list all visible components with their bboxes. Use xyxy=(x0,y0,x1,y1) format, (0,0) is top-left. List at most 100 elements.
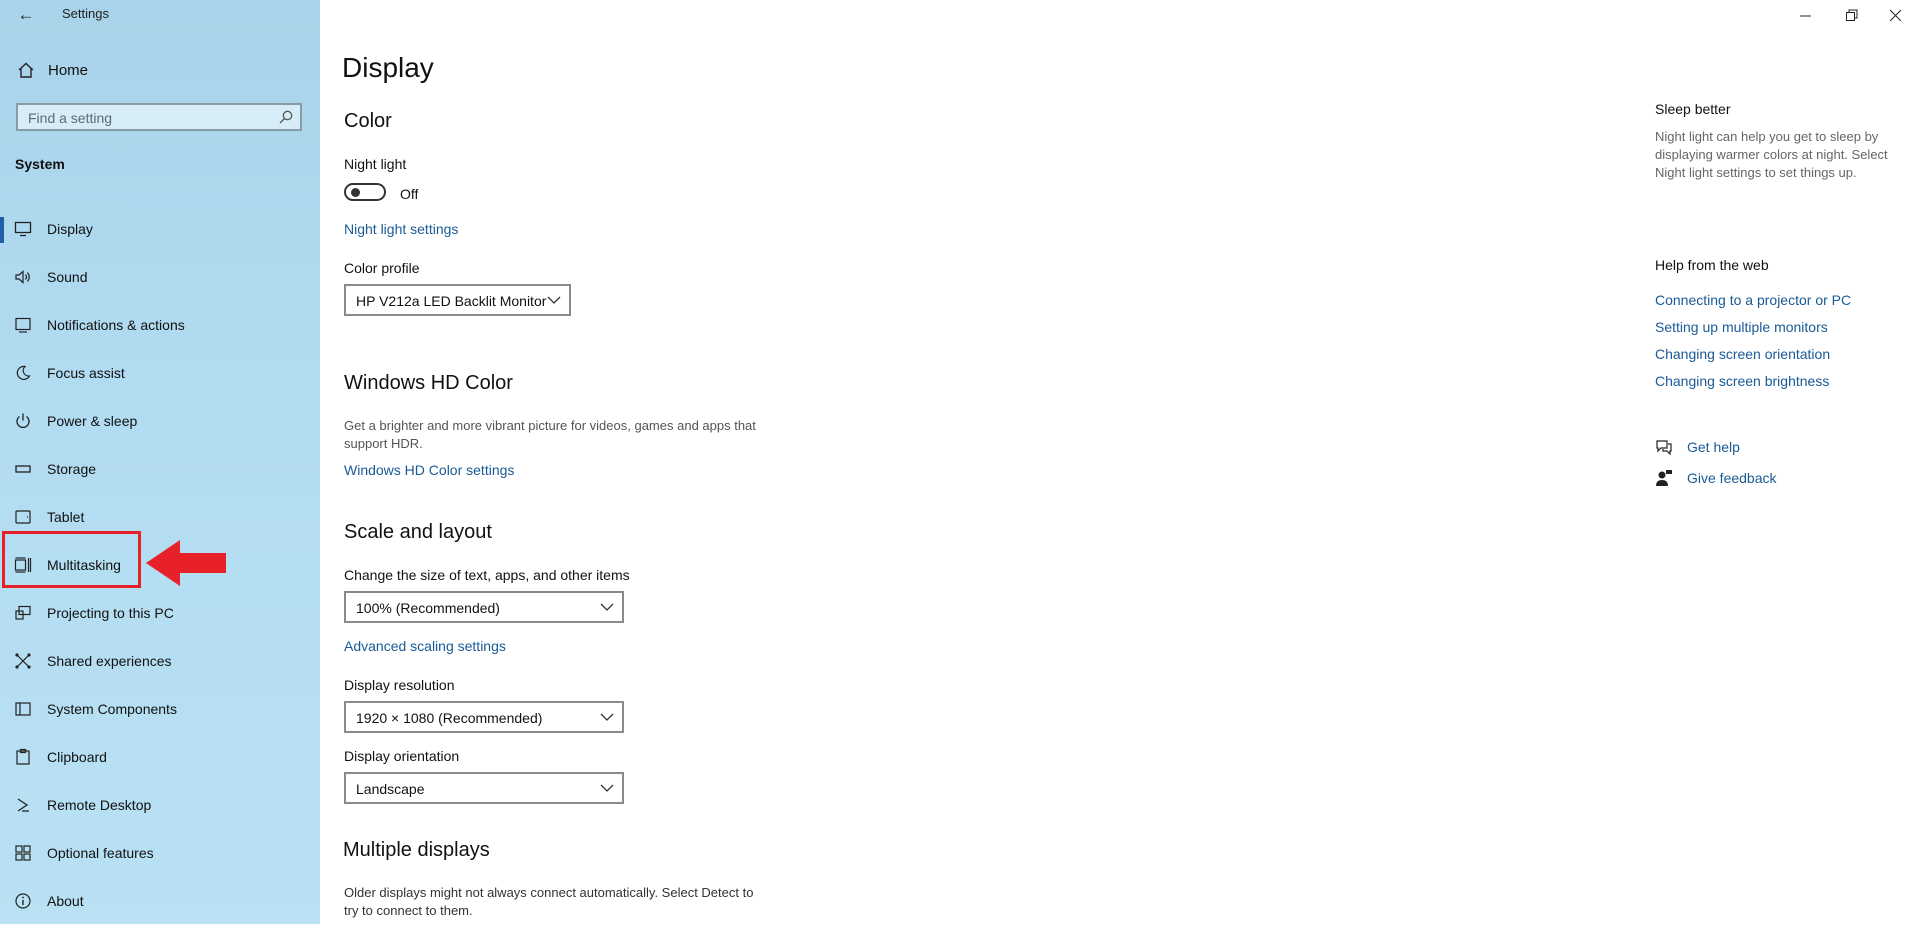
scale-heading: Scale and layout xyxy=(344,521,492,543)
hdr-desc-line2: support HDR. xyxy=(344,436,423,451)
page-title: Display xyxy=(342,52,434,83)
color-heading: Color xyxy=(344,110,392,132)
remote-desktop-icon xyxy=(17,798,29,812)
night-light-state: Off xyxy=(400,186,419,202)
info-icon xyxy=(15,893,31,909)
home-icon xyxy=(18,62,34,78)
help-link-projector[interactable]: Connecting to a projector or PC xyxy=(1655,292,1851,308)
sidebar-item-label: About xyxy=(47,893,84,909)
sidebar: ← Settings Home System Display Sound Not… xyxy=(0,0,320,924)
sidebar-item-display[interactable]: Display xyxy=(0,206,320,254)
section-title: System xyxy=(15,156,65,172)
help-web-heading: Help from the web xyxy=(1655,257,1769,273)
hdr-heading: Windows HD Color xyxy=(344,372,513,394)
restore-icon xyxy=(1846,9,1858,21)
sidebar-item-label: Optional features xyxy=(47,845,154,861)
feedback-person-icon xyxy=(1656,470,1672,486)
advanced-scaling-link[interactable]: Advanced scaling settings xyxy=(344,638,506,654)
sidebar-item-shared-experiences[interactable]: Shared experiences xyxy=(0,638,320,686)
hdr-settings-link[interactable]: Windows HD Color settings xyxy=(344,462,514,478)
chat-help-icon xyxy=(1656,440,1672,456)
tablet-icon xyxy=(15,510,31,524)
sidebar-item-system-components[interactable]: System Components xyxy=(0,686,320,734)
sidebar-item-about[interactable]: About xyxy=(0,878,320,926)
main-content: Display Color Night light Off Night ligh… xyxy=(340,0,1640,924)
restore-button[interactable] xyxy=(1832,2,1872,28)
sidebar-item-label: Tablet xyxy=(47,509,85,525)
orientation-value: Landscape xyxy=(356,781,425,797)
help-link-brightness[interactable]: Changing screen brightness xyxy=(1655,373,1829,389)
moon-icon xyxy=(16,365,31,380)
minimize-icon xyxy=(1800,15,1811,17)
sidebar-item-label: Clipboard xyxy=(47,749,107,765)
multiple-displays-description: Older displays might not always connect … xyxy=(344,884,814,920)
orientation-dropdown[interactable]: Landscape xyxy=(344,772,624,804)
optional-features-icon xyxy=(15,845,31,861)
speaker-icon xyxy=(15,270,30,284)
sleep-better-heading: Sleep better xyxy=(1655,101,1731,117)
home-link[interactable]: Home xyxy=(0,56,320,86)
sidebar-item-clipboard[interactable]: Clipboard xyxy=(0,734,320,782)
close-icon xyxy=(1889,9,1902,21)
annotation-highlight-box xyxy=(2,531,141,588)
sidebar-item-label: Projecting to this PC xyxy=(47,605,174,621)
help-link-orientation[interactable]: Changing screen orientation xyxy=(1655,346,1830,362)
scale-size-dropdown[interactable]: 100% (Recommended) xyxy=(344,591,624,623)
sidebar-item-optional-features[interactable]: Optional features xyxy=(0,830,320,878)
night-light-settings-link[interactable]: Night light settings xyxy=(344,221,458,237)
resolution-label: Display resolution xyxy=(344,677,455,693)
sidebar-item-projecting[interactable]: Projecting to this PC xyxy=(0,590,320,638)
monitor-icon xyxy=(14,221,32,237)
search-box[interactable] xyxy=(16,103,302,131)
sidebar-item-label: Storage xyxy=(47,461,97,477)
scale-size-label: Change the size of text, apps, and other… xyxy=(344,567,630,583)
close-button[interactable] xyxy=(1876,2,1915,28)
sidebar-item-label: Shared experiences xyxy=(47,653,172,669)
get-help-label: Get help xyxy=(1687,439,1740,455)
search-input[interactable] xyxy=(26,108,270,128)
chevron-down-icon xyxy=(600,603,614,611)
clipboard-icon xyxy=(16,748,30,765)
resolution-value: 1920 × 1080 (Recommended) xyxy=(356,710,543,726)
sidebar-item-label: Remote Desktop xyxy=(47,797,152,813)
multiple-desc-line2: try to connect to them. xyxy=(344,903,473,918)
sidebar-item-remote-desktop[interactable]: Remote Desktop xyxy=(0,782,320,830)
multiple-displays-heading: Multiple displays xyxy=(343,839,490,861)
hdr-desc-line1: Get a brighter and more vibrant picture … xyxy=(344,418,756,433)
app-title: Settings xyxy=(62,6,109,21)
back-arrow-icon[interactable]: ← xyxy=(14,4,38,26)
chevron-down-icon xyxy=(600,784,614,792)
system-components-icon xyxy=(15,702,31,716)
sidebar-item-sound[interactable]: Sound xyxy=(0,254,320,302)
power-icon xyxy=(16,413,30,428)
sidebar-item-storage[interactable]: Storage xyxy=(0,446,320,494)
sidebar-item-label: Sound xyxy=(47,269,88,285)
sidebar-item-power-sleep[interactable]: Power & sleep xyxy=(0,398,320,446)
annotation-arrow-icon xyxy=(146,540,226,586)
scale-size-value: 100% (Recommended) xyxy=(356,600,500,616)
sidebar-item-focus-assist[interactable]: Focus assist xyxy=(0,350,320,398)
sidebar-item-label: System Components xyxy=(47,701,177,717)
color-profile-value: HP V212a LED Backlit Monitor xyxy=(356,293,547,309)
sleep-better-description: Night light can help you get to sleep by… xyxy=(1655,129,1888,180)
give-feedback-label: Give feedback xyxy=(1687,470,1777,486)
resolution-dropdown[interactable]: 1920 × 1080 (Recommended) xyxy=(344,701,624,733)
color-profile-dropdown[interactable]: HP V212a LED Backlit Monitor xyxy=(344,284,571,316)
search-icon[interactable] xyxy=(278,109,294,125)
home-label: Home xyxy=(48,62,89,79)
night-light-label: Night light xyxy=(344,156,407,172)
sidebar-item-label: Focus assist xyxy=(47,365,125,381)
hdr-description: Get a brighter and more vibrant picture … xyxy=(344,417,814,453)
chevron-down-icon xyxy=(600,713,614,721)
night-light-toggle[interactable] xyxy=(344,183,386,201)
help-link-multiple-monitors[interactable]: Setting up multiple monitors xyxy=(1655,319,1828,335)
notification-icon xyxy=(15,317,31,333)
sidebar-item-label: Display xyxy=(47,221,93,237)
minimize-button[interactable] xyxy=(1786,2,1826,28)
chevron-down-icon xyxy=(547,296,561,304)
sidebar-item-label: Power & sleep xyxy=(47,413,138,429)
toggle-knob xyxy=(351,188,360,197)
sidebar-item-notifications[interactable]: Notifications & actions xyxy=(0,302,320,350)
color-profile-label: Color profile xyxy=(344,260,420,276)
projecting-icon xyxy=(15,605,31,620)
